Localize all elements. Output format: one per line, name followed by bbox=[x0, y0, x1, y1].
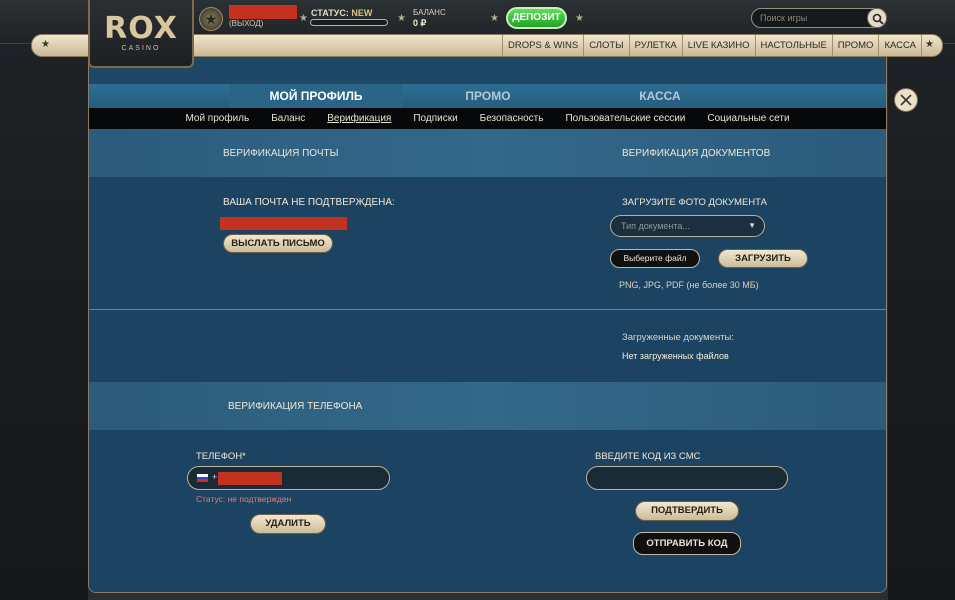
tab-my-profile[interactable]: МОЙ ПРОФИЛЬ bbox=[230, 84, 402, 108]
status-value: NEW bbox=[351, 8, 373, 18]
logo-text: ROX bbox=[104, 11, 178, 46]
nav-item-table-games[interactable]: НАСТОЛЬНЫЕ bbox=[754, 35, 832, 56]
file-formats-note: PNG, JPG, PDF (не более 30 МБ) bbox=[619, 280, 759, 290]
status-label-text: СТАТУС: bbox=[311, 8, 349, 18]
nav-item-drops-wins[interactable]: DROPS & WINS bbox=[502, 35, 583, 56]
username-redacted bbox=[229, 5, 297, 19]
confirm-code-button[interactable]: ПОДТВЕРДИТЬ bbox=[635, 501, 739, 521]
star-icon: ★ bbox=[925, 39, 934, 50]
verification-body: ВАША ПОЧТА НЕ ПОДТВЕРЖДЕНА: ВЫСЛАТЬ ПИСЬ… bbox=[89, 177, 886, 309]
send-email-button[interactable]: ВЫСЛАТЬ ПИСЬМО bbox=[223, 234, 333, 253]
subnav-security[interactable]: Безопасность bbox=[480, 108, 544, 129]
subnav-verification[interactable]: Верификация bbox=[327, 108, 391, 129]
nav-item-live-casino[interactable]: LIVE КАЗИНО bbox=[681, 35, 755, 56]
subnav-balance[interactable]: Баланс bbox=[271, 108, 305, 129]
sms-code-label: ВВЕДИТЕ КОД ИЗ СМС bbox=[595, 451, 701, 462]
subnav-user-sessions[interactable]: Пользовательские сессии bbox=[565, 108, 685, 129]
phone-label: ТЕЛЕФОН* bbox=[196, 451, 246, 462]
phone-verification-body: ТЕЛЕФОН* + Статус: не подтвержден УДАЛИТ… bbox=[89, 430, 886, 592]
star-icon: ★ bbox=[490, 13, 499, 24]
profile-subnav: Мой профиль Баланс Верификация Подписки … bbox=[89, 108, 886, 129]
send-code-button[interactable]: ОТПРАВИТЬ КОД bbox=[633, 532, 741, 555]
status-label: СТАТУС: NEW bbox=[311, 8, 372, 18]
chevron-down-icon: ▼ bbox=[748, 221, 756, 230]
upload-button[interactable]: ЗАГРУЗИТЬ bbox=[718, 249, 808, 268]
logout-link[interactable]: (ВЫХОД) bbox=[229, 19, 263, 28]
status-progress-bar bbox=[310, 19, 388, 26]
close-icon bbox=[900, 94, 912, 106]
search-icon bbox=[872, 13, 884, 25]
phone-prefix: + bbox=[212, 472, 218, 482]
deposit-button[interactable]: ДЕПОЗИТ bbox=[506, 7, 567, 29]
phone-verification-title: ВЕРИФИКАЦИЯ ТЕЛЕФОНА bbox=[228, 401, 363, 412]
documents-verification-title: ВЕРИФИКАЦИЯ ДОКУМЕНТОВ bbox=[622, 148, 771, 159]
uploaded-docs-label: Загруженные документы: bbox=[622, 332, 735, 343]
document-type-placeholder: Тип документа... bbox=[621, 221, 690, 231]
subnav-my-profile[interactable]: Мой профиль bbox=[185, 108, 249, 129]
sms-code-input[interactable] bbox=[586, 466, 788, 490]
star-icon: ★ bbox=[575, 13, 584, 24]
profile-modal: МОЙ ПРОФИЛЬ ПРОМО КАССА Мой профиль Бала… bbox=[88, 57, 887, 593]
no-files-text: Нет загруженных файлов bbox=[622, 351, 729, 361]
choose-file-button[interactable]: Выберите файл bbox=[610, 249, 700, 268]
nav-items: DROPS & WINS СЛОТЫ РУЛЕТКА LIVE КАЗИНО Н… bbox=[502, 35, 922, 56]
phone-verification-header: ВЕРИФИКАЦИЯ ТЕЛЕФОНА bbox=[89, 382, 886, 430]
nav-item-roulette[interactable]: РУЛЕТКА bbox=[628, 35, 682, 56]
tab-cashier[interactable]: КАССА bbox=[574, 84, 746, 108]
close-modal-button[interactable] bbox=[894, 88, 918, 112]
tab-promo[interactable]: ПРОМО bbox=[402, 84, 574, 108]
phone-number-redacted bbox=[218, 472, 282, 485]
verification-header-row: ВЕРИФИКАЦИЯ ПОЧТЫ ВЕРИФИКАЦИЯ ДОКУМЕНТОВ bbox=[89, 129, 886, 177]
search-input[interactable] bbox=[752, 9, 864, 27]
star-icon: ★ bbox=[299, 13, 308, 24]
russia-flag-icon bbox=[197, 474, 208, 483]
subnav-social-networks[interactable]: Социальные сети bbox=[707, 108, 789, 129]
phone-status: Статус: не подтвержден bbox=[196, 494, 292, 504]
email-verification-title: ВЕРИФИКАЦИЯ ПОЧТЫ bbox=[223, 148, 339, 159]
upload-photo-label: ЗАГРУЗИТЕ ФОТО ДОКУМЕНТА bbox=[622, 197, 767, 208]
phone-field[interactable]: + bbox=[187, 466, 390, 490]
delete-phone-button[interactable]: УДАЛИТЬ bbox=[250, 514, 326, 534]
nav-item-slots[interactable]: СЛОТЫ bbox=[583, 35, 628, 56]
logo-subtext: CASINO bbox=[121, 45, 161, 52]
search-button[interactable] bbox=[867, 8, 887, 28]
site-logo[interactable]: ROX CASINO bbox=[88, 0, 194, 68]
star-icon: ★ bbox=[397, 13, 406, 24]
email-not-confirmed-label: ВАША ПОЧТА НЕ ПОДТВЕРЖДЕНА: bbox=[223, 197, 395, 208]
star-icon: ★ bbox=[41, 39, 50, 50]
email-redacted bbox=[220, 217, 347, 230]
uploaded-docs-section: Загруженные документы: Нет загруженных ф… bbox=[89, 310, 886, 382]
nav-item-cashier[interactable]: КАССА bbox=[878, 35, 922, 56]
modal-tabs: МОЙ ПРОФИЛЬ ПРОМО КАССА bbox=[89, 84, 886, 108]
balance-label: БАЛАНС bbox=[413, 8, 446, 17]
search-box bbox=[751, 8, 887, 28]
subnav-subscriptions[interactable]: Подписки bbox=[413, 108, 457, 129]
balance-value: 0 ₽ bbox=[413, 18, 427, 28]
nav-item-promo[interactable]: ПРОМО bbox=[831, 35, 879, 56]
document-type-select[interactable]: Тип документа... ▼ bbox=[610, 215, 765, 237]
user-avatar[interactable]: ★ bbox=[199, 7, 223, 31]
